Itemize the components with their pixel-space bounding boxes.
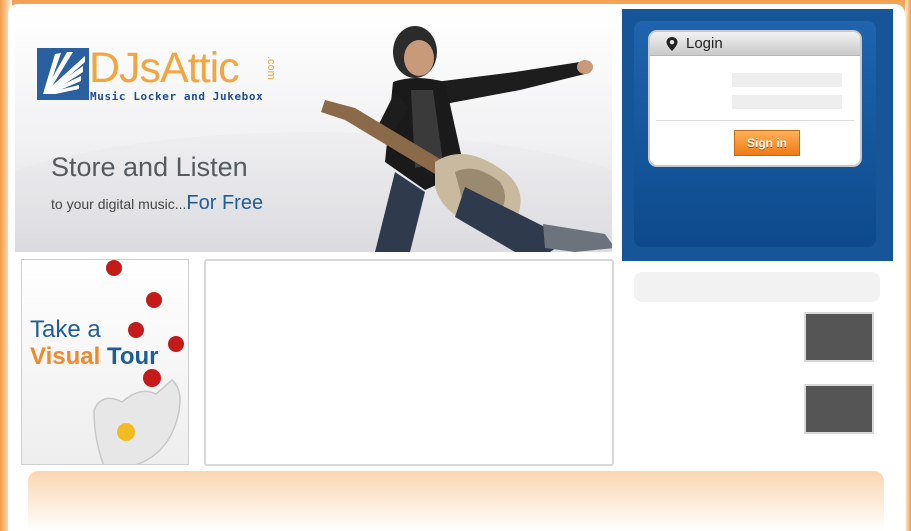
username-input[interactable] [732, 73, 842, 87]
site-logo[interactable]: DJsAttic .com Music Locker and Jukebox [37, 44, 297, 108]
red-ball [106, 260, 122, 276]
thumbnail-2[interactable] [804, 384, 874, 434]
hero-subline: to your digital music...For Free [51, 192, 263, 215]
page-frame-right [905, 0, 911, 531]
guitarist-illustration [321, 26, 612, 252]
tour-word-visual: Visual [30, 343, 101, 370]
login-divider [656, 120, 854, 121]
footer-bar [28, 471, 884, 531]
logo-dotcom: .com [265, 56, 277, 80]
tour-line-visual-tour: Visual Tour [30, 343, 158, 370]
visual-tour-title: Take a Visual Tour [30, 316, 158, 370]
guitarist-hand [577, 60, 593, 74]
guitarist-raised-arm [435, 62, 585, 104]
thumbnail-1[interactable] [804, 312, 874, 362]
rays-logo-icon [37, 48, 89, 100]
hero-subline-emphasis: For Free [186, 192, 264, 214]
right-info-bar [634, 272, 880, 302]
login-box: Login Sign in [648, 30, 862, 167]
red-ball [146, 292, 162, 308]
login-title: Login [686, 35, 723, 52]
tour-line-take-a: Take a [30, 316, 101, 343]
sign-in-button[interactable]: Sign in [734, 130, 800, 156]
logo-tagline: Music Locker and Jukebox [90, 90, 264, 103]
logo-wordmark: DJsAttic [89, 44, 240, 92]
red-ball [143, 369, 161, 387]
hero-subline-prefix: to your digital music... [51, 196, 187, 212]
guitarist-shoe [543, 224, 612, 252]
red-ball [168, 336, 184, 352]
login-header: Login [650, 32, 860, 56]
tour-word-tour: Tour [106, 343, 159, 370]
yellow-ball [117, 423, 135, 441]
open-hand [93, 379, 181, 464]
hero-banner: DJsAttic .com Music Locker and Jukebox S… [15, 12, 612, 252]
guitarist-face [404, 40, 434, 76]
password-input[interactable] [732, 95, 842, 109]
map-pin-icon [666, 37, 678, 51]
hero-headline: Store and Listen [51, 152, 248, 182]
visual-tour-card[interactable]: Take a Visual Tour [21, 259, 189, 465]
main-content-panel [204, 259, 614, 466]
